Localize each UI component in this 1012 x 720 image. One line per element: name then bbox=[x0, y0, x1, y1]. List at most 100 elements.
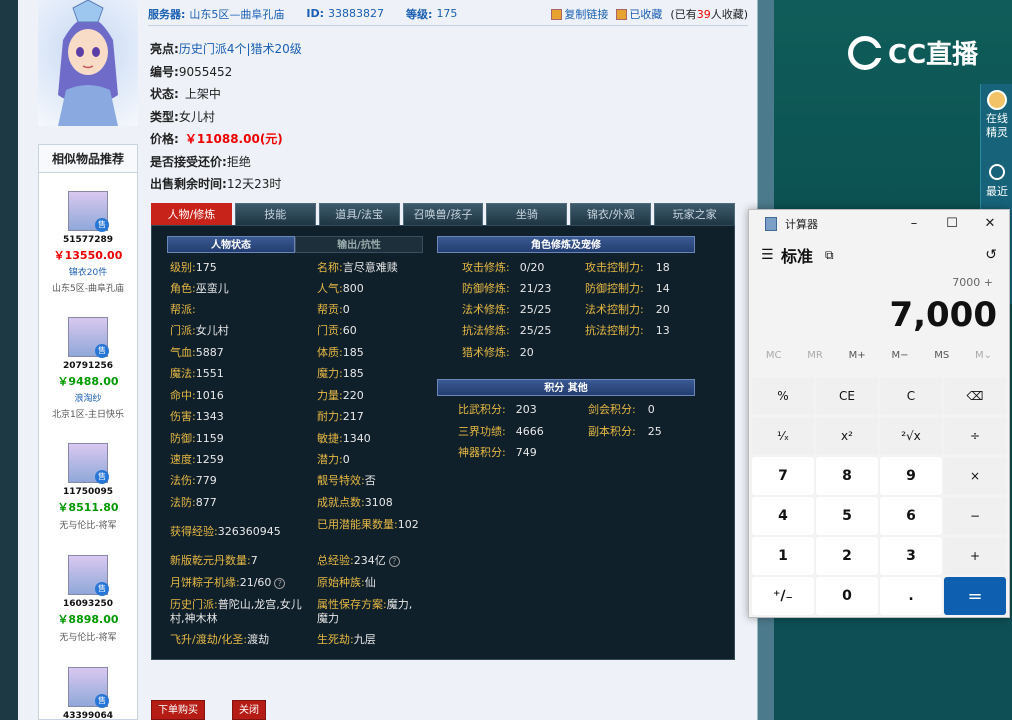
clear-key[interactable]: C bbox=[880, 377, 942, 415]
help-icon[interactable]: ? bbox=[274, 577, 286, 589]
square-key[interactable]: x² bbox=[816, 417, 878, 455]
stat-key: 抗法修炼: bbox=[462, 324, 510, 337]
star-icon bbox=[616, 9, 628, 20]
stat-value: 言尽意难赎 bbox=[342, 261, 398, 274]
stat-value: 否 bbox=[364, 474, 376, 487]
stat-value: 20 bbox=[655, 303, 670, 316]
minimize-icon[interactable]: – bbox=[895, 216, 933, 231]
digit-9-key[interactable]: 9 bbox=[880, 457, 942, 495]
tab-items[interactable]: 道具/法宝 bbox=[318, 203, 400, 225]
clear-entry-key[interactable]: CE bbox=[816, 377, 878, 415]
similar-item[interactable]: 售 16093250 ￥8898.00 无与伦比-将军 bbox=[39, 555, 137, 643]
percent-key[interactable]: % bbox=[752, 377, 814, 415]
stat-row: 原始种族:仙 bbox=[317, 576, 376, 590]
tab-home[interactable]: 玩家之家 bbox=[654, 203, 736, 225]
stat-value: 1259 bbox=[195, 453, 224, 466]
similar-item[interactable]: 售 20791256 ￥9488.00 浪淘纱 北京1区-主日快乐 bbox=[39, 317, 137, 420]
memory-subtract-button[interactable]: M− bbox=[891, 350, 908, 361]
hamburger-menu-icon[interactable]: ☰ bbox=[761, 247, 775, 263]
left-background-strip bbox=[0, 0, 18, 720]
digit-6-key[interactable]: 6 bbox=[880, 497, 942, 535]
tab-outfits[interactable]: 锦衣/外观 bbox=[570, 203, 652, 225]
output-resist-header[interactable]: 输出/抗性 bbox=[295, 236, 423, 253]
highlight-link[interactable]: 历史门派4个|猎术20级 bbox=[179, 42, 302, 56]
stat-value: 18 bbox=[655, 261, 670, 274]
multiply-key[interactable]: × bbox=[944, 457, 1006, 495]
detail-value: 12天23时 bbox=[226, 177, 282, 191]
backspace-key[interactable]: ⌫ bbox=[944, 377, 1006, 415]
equals-key[interactable]: = bbox=[944, 577, 1006, 615]
negate-key[interactable]: ⁺∕₋ bbox=[752, 577, 814, 615]
digit-7-key[interactable]: 7 bbox=[752, 457, 814, 495]
copy-link-button[interactable]: 复制链接 bbox=[551, 6, 608, 22]
stat-key: 抗法控制力: bbox=[585, 324, 644, 337]
digit-5-key[interactable]: 5 bbox=[816, 497, 878, 535]
stat-value: 877 bbox=[195, 496, 217, 509]
online-sprite-button[interactable]: 在线精灵 bbox=[981, 84, 1012, 140]
stat-value: 5887 bbox=[195, 346, 224, 359]
minus-key[interactable]: − bbox=[944, 497, 1006, 535]
stat-row: 飞升/渡劫/化圣:渡劫 bbox=[170, 633, 269, 647]
tab-skills[interactable]: 技能 bbox=[234, 203, 316, 225]
memory-store-button[interactable]: MS bbox=[934, 350, 949, 361]
stat-value: 1159 bbox=[195, 432, 224, 445]
similar-item-price: ￥9488.00 bbox=[57, 375, 119, 388]
tab-character[interactable]: 人物/修炼 bbox=[151, 203, 232, 225]
similar-item[interactable]: 售 43399064 bbox=[39, 667, 137, 720]
stat-row: 获得经验:326360945 bbox=[170, 525, 281, 539]
maximize-icon[interactable]: ☐ bbox=[933, 216, 971, 231]
stat-value: 185 bbox=[342, 346, 364, 359]
divide-key[interactable]: ÷ bbox=[944, 417, 1006, 455]
similar-item[interactable]: 售 11750095 ￥8511.80 无与伦比-将军 bbox=[39, 443, 137, 531]
stat-row: 帮派: bbox=[170, 303, 196, 317]
copy-link-label: 复制链接 bbox=[564, 7, 609, 21]
stat-row: 敏捷:1340 bbox=[317, 432, 371, 446]
digit-0-key[interactable]: 0 bbox=[816, 577, 878, 615]
history-icon[interactable]: ↺ bbox=[985, 247, 997, 263]
recent-button[interactable]: 最近 bbox=[981, 154, 1012, 199]
keep-on-top-icon[interactable]: ⧉ bbox=[825, 248, 834, 263]
digit-8-key[interactable]: 8 bbox=[816, 457, 878, 495]
fav-count-number: 39 bbox=[696, 7, 711, 21]
stat-value: 25 bbox=[647, 425, 662, 438]
calculator-titlebar[interactable]: 计算器 – ☐ ✕ bbox=[749, 210, 1009, 237]
calculator-title: 计算器 bbox=[785, 217, 818, 231]
similar-item-id: 20791256 bbox=[62, 361, 114, 371]
memory-add-button[interactable]: M+ bbox=[849, 350, 866, 361]
tab-mounts[interactable]: 坐骑 bbox=[486, 203, 568, 225]
cultivation-row: 猎术修炼: 20 bbox=[462, 346, 534, 360]
memory-clear-button[interactable]: MC bbox=[766, 350, 782, 361]
similar-item-price: ￥13550.00 bbox=[53, 249, 123, 262]
plus-key[interactable]: + bbox=[944, 537, 1006, 575]
sell-badge: 售 bbox=[95, 694, 109, 708]
stat-value: 60 bbox=[342, 324, 357, 337]
digit-2-key[interactable]: 2 bbox=[816, 537, 878, 575]
help-icon[interactable]: ? bbox=[388, 555, 400, 567]
memory-list-button[interactable]: M⌄ bbox=[975, 350, 992, 361]
buy-button[interactable]: 下单购买 bbox=[151, 700, 205, 720]
digit-4-key[interactable]: 4 bbox=[752, 497, 814, 535]
memory-recall-button[interactable]: MR bbox=[807, 350, 823, 361]
decimal-key[interactable]: . bbox=[880, 577, 942, 615]
stat-key: 属性保存方案: bbox=[317, 598, 387, 611]
similar-item-id: 43399064 bbox=[62, 711, 114, 720]
close-button[interactable]: 关闭 bbox=[232, 700, 266, 720]
sqrt-key[interactable]: ²√x bbox=[880, 417, 942, 455]
favorite-count: (已有39人收藏) bbox=[670, 6, 748, 22]
char-status-header[interactable]: 人物状态 bbox=[167, 236, 295, 253]
detail-key: 状态: bbox=[150, 87, 179, 101]
stat-key: 人气: bbox=[317, 282, 343, 295]
favorite-button[interactable]: 已收藏 bbox=[616, 6, 662, 22]
digit-3-key[interactable]: 3 bbox=[880, 537, 942, 575]
stat-value: 234亿 bbox=[353, 554, 386, 567]
stat-row: 级别:175 bbox=[170, 261, 217, 275]
close-icon[interactable]: ✕ bbox=[971, 216, 1009, 231]
similar-item[interactable]: 售 51577289 ￥13550.00 锦衣20件 山东5区-曲阜孔庙 bbox=[39, 191, 137, 294]
reciprocal-key[interactable]: ¹⁄ₓ bbox=[752, 417, 814, 455]
stat-key: 总经验: bbox=[317, 554, 354, 567]
stat-row: 人气:800 bbox=[317, 282, 364, 296]
similar-item-image: 售 bbox=[68, 317, 109, 358]
character-portrait-art bbox=[58, 0, 118, 126]
tab-pets[interactable]: 召唤兽/孩子 bbox=[402, 203, 484, 225]
digit-1-key[interactable]: 1 bbox=[752, 537, 814, 575]
